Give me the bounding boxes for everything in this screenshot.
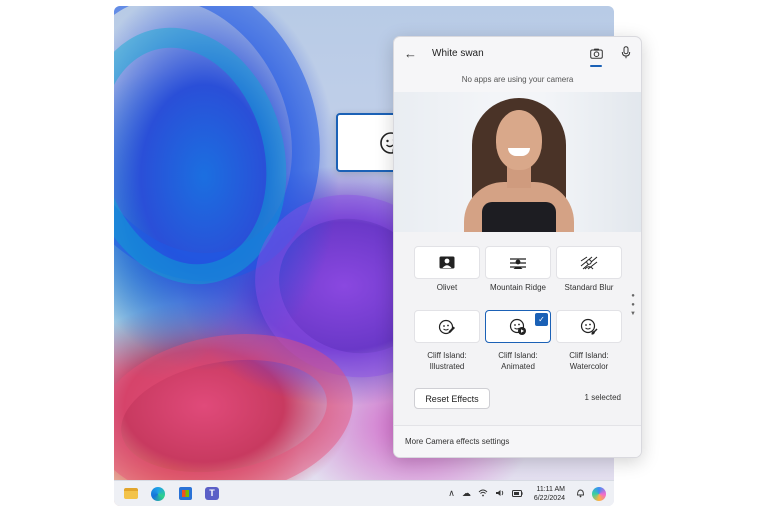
camera-panel: ← White swan No apps are using your came… bbox=[393, 36, 642, 458]
wallpaper-swirl bbox=[114, 6, 315, 308]
face-play-icon bbox=[509, 318, 526, 335]
effect-label: Cliff Island: Watercolor bbox=[569, 351, 609, 371]
clock-time: 11:11 AM bbox=[536, 485, 565, 493]
effect-tile-cliff-island-animated[interactable]: ✓ bbox=[485, 310, 551, 343]
face-brush-icon bbox=[580, 318, 598, 335]
effect-tile-mountain-ridge[interactable] bbox=[485, 246, 551, 279]
effect-label: Standard Blur bbox=[564, 283, 614, 292]
wifi-icon[interactable] bbox=[478, 489, 488, 499]
standard-blur-icon bbox=[580, 256, 598, 269]
back-arrow-icon[interactable]: ← bbox=[404, 46, 422, 61]
effect-tile-standard-blur[interactable] bbox=[556, 246, 622, 279]
effect-label: Mountain Ridge bbox=[489, 283, 547, 292]
camera-preview bbox=[394, 92, 641, 232]
effect-tile-cliff-island-illustrated[interactable] bbox=[414, 310, 480, 343]
wallpaper-swirl bbox=[114, 6, 370, 326]
check-icon: ✓ bbox=[535, 313, 548, 326]
panel-title: White swan bbox=[432, 47, 484, 59]
file-explorer-icon[interactable] bbox=[122, 485, 140, 503]
more-camera-effects-link[interactable]: More Camera effects settings bbox=[394, 425, 641, 457]
teams-icon[interactable]: T bbox=[203, 485, 221, 503]
preview-face bbox=[496, 110, 542, 170]
face-pencil-icon bbox=[438, 319, 455, 334]
selected-count: 1 selected bbox=[584, 393, 621, 402]
effect-label: Cliff Island: Animated bbox=[498, 351, 538, 371]
effect-tile-olivet[interactable] bbox=[414, 246, 480, 279]
reset-effects-button[interactable]: Reset Effects bbox=[414, 388, 490, 409]
person-portrait-icon bbox=[439, 256, 455, 269]
taskbar: T ∧ ☁ 11:11 AM 6/22/2024 bbox=[114, 480, 614, 506]
background-blur-icon bbox=[510, 257, 526, 269]
chevron-up-icon[interactable]: ∧ bbox=[448, 488, 455, 499]
effect-label: Olivet bbox=[436, 283, 458, 292]
effect-tile-cliff-island-watercolor[interactable] bbox=[556, 310, 622, 343]
panel-header: ← White swan bbox=[394, 37, 641, 69]
camera-icon[interactable] bbox=[589, 46, 603, 67]
clock[interactable]: 11:11 AM 6/22/2024 bbox=[534, 485, 565, 503]
wallpaper-swirl bbox=[114, 314, 366, 506]
store-icon[interactable] bbox=[176, 485, 194, 503]
volume-icon[interactable] bbox=[495, 489, 505, 499]
microphone-icon[interactable] bbox=[621, 46, 631, 60]
edge-icon[interactable] bbox=[149, 485, 167, 503]
clock-date: 6/22/2024 bbox=[533, 494, 565, 502]
effect-label: Cliff Island: Illustrated bbox=[427, 351, 467, 371]
notification-bell-icon[interactable] bbox=[576, 488, 585, 500]
page-indicator[interactable]: ● ● ▼ bbox=[629, 292, 637, 319]
system-tray: ∧ ☁ 11:11 AM 6/22/2024 bbox=[448, 485, 606, 503]
battery-icon[interactable] bbox=[511, 489, 523, 499]
copilot-icon[interactable] bbox=[592, 486, 606, 501]
camera-status: No apps are using your camera bbox=[461, 75, 574, 84]
preview-top bbox=[482, 202, 556, 232]
effects-grid: Olivet Mountain Ridge Standard Blur ✓ Cl… bbox=[394, 232, 641, 427]
cloud-icon[interactable]: ☁ bbox=[462, 488, 471, 499]
